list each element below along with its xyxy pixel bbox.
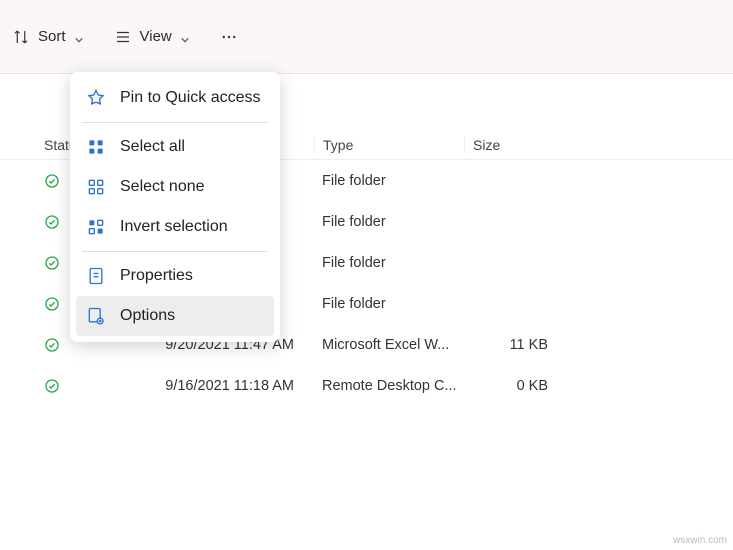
sort-button[interactable]: Sort bbox=[8, 22, 88, 52]
column-type[interactable]: Type bbox=[314, 137, 464, 153]
menu-label: Select none bbox=[120, 178, 205, 196]
select-all-icon bbox=[86, 137, 106, 157]
cell-type: Remote Desktop C... bbox=[314, 378, 464, 394]
context-menu: Pin to Quick access Select all Select no… bbox=[70, 72, 280, 342]
sort-label: Sort bbox=[38, 28, 66, 45]
menu-separator bbox=[82, 122, 268, 123]
menu-label: Properties bbox=[120, 267, 193, 285]
cell-type: Microsoft Excel W... bbox=[314, 337, 464, 353]
cell-date: 9/16/2021 11:18 AM bbox=[114, 378, 314, 394]
cell-type: File folder bbox=[314, 296, 464, 312]
menu-select-all[interactable]: Select all bbox=[76, 127, 274, 167]
watermark: wsxwin.com bbox=[673, 535, 727, 546]
cell-type: File folder bbox=[314, 173, 464, 189]
chevron-down-icon bbox=[180, 32, 190, 42]
cell-type: File folder bbox=[314, 214, 464, 230]
menu-select-none[interactable]: Select none bbox=[76, 167, 274, 207]
menu-label: Pin to Quick access bbox=[120, 89, 261, 107]
sort-icon bbox=[12, 28, 30, 46]
invert-selection-icon bbox=[86, 217, 106, 237]
view-button[interactable]: View bbox=[110, 22, 194, 52]
menu-invert-selection[interactable]: Invert selection bbox=[76, 207, 274, 247]
toolbar: Sort View bbox=[0, 0, 733, 74]
menu-pin-quick-access[interactable]: Pin to Quick access bbox=[76, 78, 274, 118]
view-icon bbox=[114, 28, 132, 46]
menu-separator bbox=[82, 251, 268, 252]
status-ok-icon bbox=[44, 378, 114, 394]
cell-size: 0 KB bbox=[464, 378, 558, 394]
star-icon bbox=[86, 88, 106, 108]
cell-size: 11 KB bbox=[464, 337, 558, 353]
select-none-icon bbox=[86, 177, 106, 197]
more-button[interactable] bbox=[216, 22, 242, 52]
view-label: View bbox=[140, 28, 172, 45]
table-row[interactable]: 9/16/2021 11:18 AMRemote Desktop C...0 K… bbox=[0, 365, 733, 406]
column-size[interactable]: Size bbox=[464, 137, 558, 153]
menu-label: Select all bbox=[120, 138, 185, 156]
ellipsis-icon bbox=[220, 28, 238, 46]
menu-label: Options bbox=[120, 307, 175, 325]
chevron-down-icon bbox=[74, 32, 84, 42]
options-icon bbox=[86, 306, 106, 326]
menu-label: Invert selection bbox=[120, 218, 228, 236]
menu-options[interactable]: Options bbox=[76, 296, 274, 336]
menu-properties[interactable]: Properties bbox=[76, 256, 274, 296]
properties-icon bbox=[86, 266, 106, 286]
cell-type: File folder bbox=[314, 255, 464, 271]
